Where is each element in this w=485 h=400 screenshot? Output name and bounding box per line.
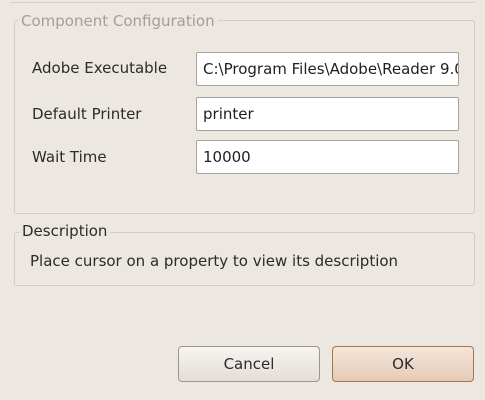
description-text: Place cursor on a property to view its d… [30, 252, 399, 270]
description-group-title: Description [19, 222, 111, 240]
wait-time-label: Wait Time [32, 148, 107, 166]
top-divider [10, 0, 475, 3]
adobe-executable-label: Adobe Executable [32, 59, 168, 77]
adobe-executable-input[interactable] [196, 52, 459, 86]
wait-time-input[interactable] [196, 140, 459, 174]
config-group-title: Component Configuration [18, 12, 218, 30]
component-configuration-dialog: Component Configuration Adobe Executable… [0, 0, 485, 400]
default-printer-label: Default Printer [32, 105, 142, 123]
cancel-button[interactable]: Cancel [178, 346, 320, 382]
default-printer-input[interactable] [196, 97, 459, 131]
ok-button[interactable]: OK [332, 346, 474, 382]
